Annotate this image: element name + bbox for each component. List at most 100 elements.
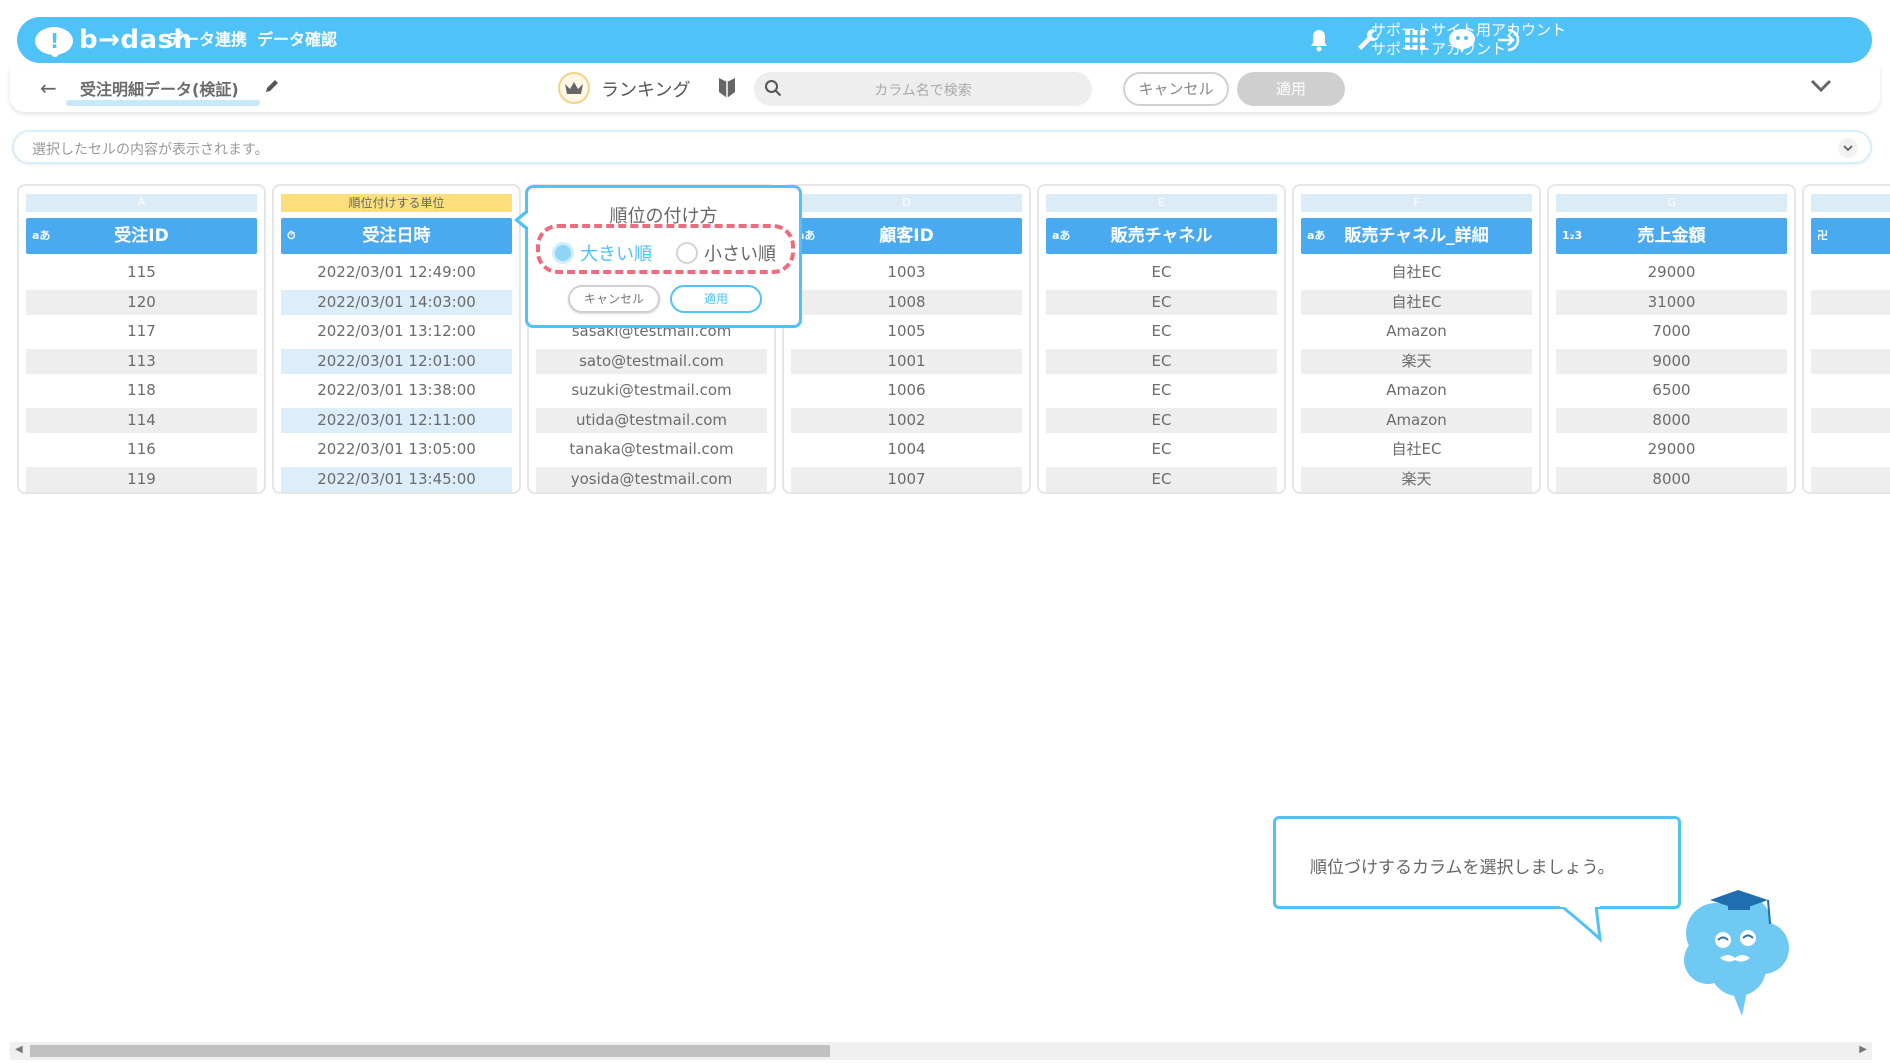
table-cell[interactable] bbox=[1811, 348, 1890, 374]
table-cell[interactable]: 1005 bbox=[791, 319, 1022, 344]
table-cell[interactable] bbox=[1811, 378, 1890, 403]
logout-icon[interactable] bbox=[1495, 25, 1525, 55]
table-cell[interactable]: EC bbox=[1046, 466, 1277, 492]
table-cell[interactable]: 8000 bbox=[1556, 407, 1787, 433]
table-cell[interactable]: tanaka@testmail.com bbox=[536, 437, 767, 462]
table-cell[interactable]: 楽天 bbox=[1301, 348, 1532, 374]
table-cell[interactable]: 8000 bbox=[1556, 466, 1787, 492]
nav-data-integration[interactable]: データ連携 bbox=[167, 17, 247, 63]
table-cell[interactable]: 113 bbox=[26, 348, 257, 374]
table-cell[interactable]: 7000 bbox=[1556, 319, 1787, 344]
table-cell[interactable]: 29000 bbox=[1556, 437, 1787, 462]
table-cell[interactable]: 1006 bbox=[791, 378, 1022, 403]
table-cell[interactable]: EC bbox=[1046, 289, 1277, 315]
pencil-icon[interactable] bbox=[264, 78, 280, 98]
table-column[interactable]: G 1₂3 売上金額 29000 31000 7000 9000 6500 800… bbox=[1547, 184, 1796, 494]
table-cell[interactable] bbox=[1811, 437, 1890, 462]
mascot-icon[interactable] bbox=[1447, 25, 1477, 55]
table-cell[interactable]: 117 bbox=[26, 319, 257, 344]
table-cell[interactable]: 1004 bbox=[791, 437, 1022, 462]
table-cell[interactable]: 2022/03/01 13:05:00 bbox=[281, 437, 512, 462]
table-cell[interactable]: 116 bbox=[26, 437, 257, 462]
table-cell[interactable]: 119 bbox=[26, 466, 257, 492]
bell-icon[interactable] bbox=[1304, 25, 1334, 55]
column-header[interactable]: ⏱ 受注日時 bbox=[281, 218, 512, 254]
table-cell[interactable]: 1003 bbox=[791, 260, 1022, 285]
table-cell[interactable]: 自社EC bbox=[1301, 437, 1532, 462]
table-column[interactable]: 卍売 bbox=[1802, 184, 1890, 494]
table-column[interactable]: E aあ 販売チャネル EC EC EC EC EC EC EC EC bbox=[1037, 184, 1286, 494]
table-cell[interactable]: EC bbox=[1046, 437, 1277, 462]
table-cell[interactable]: yosida@testmail.com bbox=[536, 466, 767, 492]
table-column[interactable]: F aあ 販売チャネル_詳細 自社EC 自社EC Amazon 楽天 Amazon… bbox=[1292, 184, 1541, 494]
table-cell[interactable] bbox=[1811, 260, 1890, 285]
table-cell[interactable]: 2022/03/01 12:49:00 bbox=[281, 260, 512, 285]
table-column[interactable]: A aあ 受注ID 115 120 117 113 118 114 116 119 bbox=[17, 184, 266, 494]
table-cell[interactable]: sato@testmail.com bbox=[536, 348, 767, 374]
table-cell[interactable]: EC bbox=[1046, 407, 1277, 433]
table-cell[interactable]: 2022/03/01 13:38:00 bbox=[281, 378, 512, 403]
table-cell[interactable]: EC bbox=[1046, 260, 1277, 285]
table-cell[interactable] bbox=[1811, 466, 1890, 492]
table-cell[interactable]: 1007 bbox=[791, 466, 1022, 492]
table-cell[interactable]: 29000 bbox=[1556, 260, 1787, 285]
table-cell[interactable]: EC bbox=[1046, 378, 1277, 403]
horizontal-scrollbar[interactable]: ◀ ▶ bbox=[10, 1042, 1872, 1060]
table-cell[interactable]: suzuki@testmail.com bbox=[536, 378, 767, 403]
back-arrow-icon[interactable]: ← bbox=[40, 76, 57, 100]
table-cell[interactable]: 楽天 bbox=[1301, 466, 1532, 492]
column-header[interactable]: aあ 販売チャネル bbox=[1046, 218, 1277, 254]
table-column[interactable]: D aあ 顧客ID 1003 1008 1005 1001 1006 1002 1… bbox=[782, 184, 1031, 494]
column-header[interactable]: 卍売 bbox=[1811, 218, 1890, 254]
table-cell[interactable]: 1008 bbox=[791, 289, 1022, 315]
dataset-title[interactable]: 受注明細データ(検証) bbox=[80, 76, 239, 100]
cancel-button[interactable]: キャンセル bbox=[1123, 72, 1229, 106]
nav-data-confirm[interactable]: データ確認 bbox=[257, 17, 337, 63]
table-cell[interactable]: 6500 bbox=[1556, 378, 1787, 403]
table-cell[interactable] bbox=[1811, 319, 1890, 344]
table-cell[interactable] bbox=[1811, 407, 1890, 433]
scroll-left-arrow-icon[interactable]: ◀ bbox=[15, 1044, 23, 1055]
scroll-right-arrow-icon[interactable]: ▶ bbox=[1859, 1044, 1867, 1055]
table-cell[interactable]: 1001 bbox=[791, 348, 1022, 374]
table-cell[interactable] bbox=[1811, 289, 1890, 315]
table-cell[interactable]: 1002 bbox=[791, 407, 1022, 433]
column-search-input[interactable]: カラム名で検索 bbox=[754, 72, 1092, 106]
grid-icon[interactable] bbox=[1400, 25, 1430, 55]
table-cell[interactable]: 9000 bbox=[1556, 348, 1787, 374]
column-header[interactable]: aあ 販売チャネル_詳細 bbox=[1301, 218, 1532, 254]
popover-apply-button[interactable]: 適用 bbox=[670, 285, 762, 313]
table-cell[interactable]: 2022/03/01 12:11:00 bbox=[281, 407, 512, 433]
cell-content-viewer[interactable]: 選択したセルの内容が表示されます。 bbox=[12, 130, 1872, 164]
scrollbar-thumb[interactable] bbox=[30, 1045, 830, 1057]
table-cell[interactable]: 2022/03/01 13:45:00 bbox=[281, 466, 512, 492]
table-column[interactable]: 順位付けする単位 ⏱ 受注日時 2022/03/01 12:49:00 2022/… bbox=[272, 184, 521, 494]
table-cell[interactable]: 自社EC bbox=[1301, 289, 1532, 315]
table-cell[interactable]: 2022/03/01 13:12:00 bbox=[281, 319, 512, 344]
column-header[interactable]: aあ 顧客ID bbox=[791, 218, 1022, 254]
table-cell[interactable]: 120 bbox=[26, 289, 257, 315]
table-cell[interactable]: 2022/03/01 14:03:00 bbox=[281, 289, 512, 315]
table-cell[interactable]: EC bbox=[1046, 348, 1277, 374]
chevron-down-icon[interactable] bbox=[1810, 78, 1832, 97]
table-cell[interactable]: 115 bbox=[26, 260, 257, 285]
table-cell[interactable]: Amazon bbox=[1301, 407, 1532, 433]
table-cell[interactable]: Amazon bbox=[1301, 378, 1532, 403]
apply-button[interactable]: 適用 bbox=[1237, 72, 1345, 106]
table-cell[interactable]: utida@testmail.com bbox=[536, 407, 767, 433]
table-cell[interactable]: Amazon bbox=[1301, 319, 1532, 344]
column-header[interactable]: aあ 受注ID bbox=[26, 218, 257, 254]
popover-cancel-button[interactable]: キャンセル bbox=[568, 285, 660, 313]
table-cell[interactable]: EC bbox=[1046, 319, 1277, 344]
table-cell[interactable]: 自社EC bbox=[1301, 260, 1532, 285]
table-cell[interactable]: 114 bbox=[26, 407, 257, 433]
column-header[interactable]: 1₂3 売上金額 bbox=[1556, 218, 1787, 254]
table-cell[interactable]: 2022/03/01 12:01:00 bbox=[281, 348, 512, 374]
wrench-icon[interactable] bbox=[1353, 25, 1383, 55]
radio-descending[interactable]: 大きい順 bbox=[552, 240, 652, 266]
table-cell[interactable]: 118 bbox=[26, 378, 257, 403]
radio-ascending[interactable]: 小さい順 bbox=[676, 240, 776, 266]
beginner-mark-icon[interactable] bbox=[718, 76, 736, 104]
table-cell[interactable]: 31000 bbox=[1556, 289, 1787, 315]
chevron-down-icon[interactable] bbox=[1838, 138, 1858, 158]
